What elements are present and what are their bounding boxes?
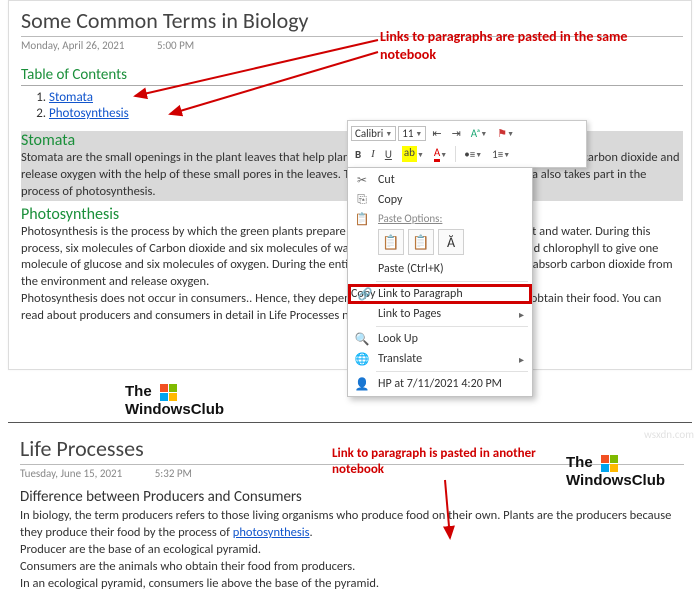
annotation-text-1: Links to paragraphs are pasted in the sa…	[380, 28, 660, 63]
bold-button[interactable]: B	[351, 145, 365, 163]
menu-separator	[376, 326, 528, 327]
paste-keep-source-icon[interactable]: 📋	[378, 229, 404, 255]
toc-link-stomata[interactable]: Stomata	[49, 90, 93, 105]
mini-toolbar: Calibri▼ 11▼ ⇤ ⇥ Aᵃ▼ ⚑▼ B I U ab▼ A▼ •≡▼…	[347, 120, 587, 168]
windows-flag-icon	[160, 384, 178, 402]
font-color-button[interactable]: A▼	[430, 144, 451, 164]
page-date: Tuesday, June 15, 2021	[20, 467, 122, 480]
increase-indent-icon[interactable]: ⇥	[448, 124, 465, 142]
paste-text-only-icon[interactable]: Ă	[438, 229, 464, 255]
ctx-link-to-pages[interactable]: Link to Pages	[348, 304, 532, 324]
paste-merge-icon[interactable]: 📋	[408, 229, 434, 255]
menu-separator	[376, 371, 528, 372]
ctx-copy-link-to-paragraph[interactable]: 🔗Copy Link to Paragraph	[348, 284, 532, 304]
clipboard-icon: 📋	[354, 212, 370, 227]
annotation-text-2: Link to paragraph is pasted in another n…	[332, 446, 552, 479]
tag-icon[interactable]: ⚑▼	[493, 124, 518, 142]
search-icon: 🔍	[354, 332, 370, 347]
bullets-button[interactable]: •≡▼	[460, 145, 486, 163]
font-size-select[interactable]: 11▼	[398, 126, 426, 141]
page-date: Monday, April 26, 2021	[21, 39, 124, 52]
ctx-author-timestamp[interactable]: 👤HP at 7/11/2021 4:20 PM	[348, 374, 532, 394]
ctx-look-up[interactable]: 🔍Look Up	[348, 329, 532, 349]
link-icon: 🔗	[357, 287, 373, 302]
person-icon: 👤	[354, 377, 370, 392]
menu-separator	[376, 281, 528, 282]
toc-heading: Table of Contents	[21, 66, 683, 86]
windows-flag-icon	[601, 455, 619, 473]
page-time: 5:00 PM	[157, 39, 194, 52]
watermark: wsxdn.com	[644, 428, 694, 441]
body-paragraph: In biology, the term producers refers to…	[20, 508, 684, 542]
photosynthesis-link[interactable]: photosynthesis	[233, 525, 310, 540]
font-family-select[interactable]: Calibri▼	[351, 126, 396, 141]
ctx-translate[interactable]: 🌐Translate	[348, 349, 532, 369]
numbering-button[interactable]: 1≡▼	[488, 145, 514, 163]
subheading: Difference between Producers and Consume…	[20, 488, 684, 506]
scissors-icon: ✂	[354, 173, 370, 188]
underline-button[interactable]: U	[381, 145, 396, 163]
translate-icon: 🌐	[354, 352, 370, 367]
paste-options-row: 📋 📋 Ă	[348, 227, 532, 259]
italic-button[interactable]: I	[367, 145, 379, 163]
windowsclub-logo: The WindowsClub	[125, 384, 224, 417]
styles-icon[interactable]: Aᵃ▼	[467, 124, 491, 142]
toc-link-photosynthesis[interactable]: Photosynthesis	[49, 106, 129, 121]
page-time: 5:32 PM	[155, 467, 192, 480]
toc-item: Photosynthesis	[49, 106, 683, 121]
context-menu: ✂Cut ⎘Copy 📋Paste Options: 📋 📋 Ă Paste (…	[347, 167, 533, 397]
copy-icon: ⎘	[354, 193, 370, 207]
paste-options-label: 📋Paste Options:	[348, 210, 532, 227]
ctx-paste[interactable]: Paste (Ctrl+K)	[348, 259, 532, 279]
decrease-indent-icon[interactable]: ⇤	[428, 124, 445, 142]
page-divider	[8, 422, 692, 423]
floating-toolbar-and-context-menu: Calibri▼ 11▼ ⇤ ⇥ Aᵃ▼ ⚑▼ B I U ab▼ A▼ •≡▼…	[347, 120, 567, 397]
windowsclub-logo: The WindowsClub	[566, 455, 665, 488]
body-line: Producer are the base of an ecological p…	[20, 542, 684, 559]
body-line: In an ecological pyramid, consumers lie …	[20, 576, 684, 593]
body-line: Consumers are the animals who obtain the…	[20, 559, 684, 576]
ctx-cut[interactable]: ✂Cut	[348, 170, 532, 190]
highlight-button[interactable]: ab▼	[398, 144, 428, 164]
ctx-copy[interactable]: ⎘Copy	[348, 190, 532, 210]
toc-list: Stomata Photosynthesis	[49, 90, 683, 121]
toc-item: Stomata	[49, 90, 683, 105]
